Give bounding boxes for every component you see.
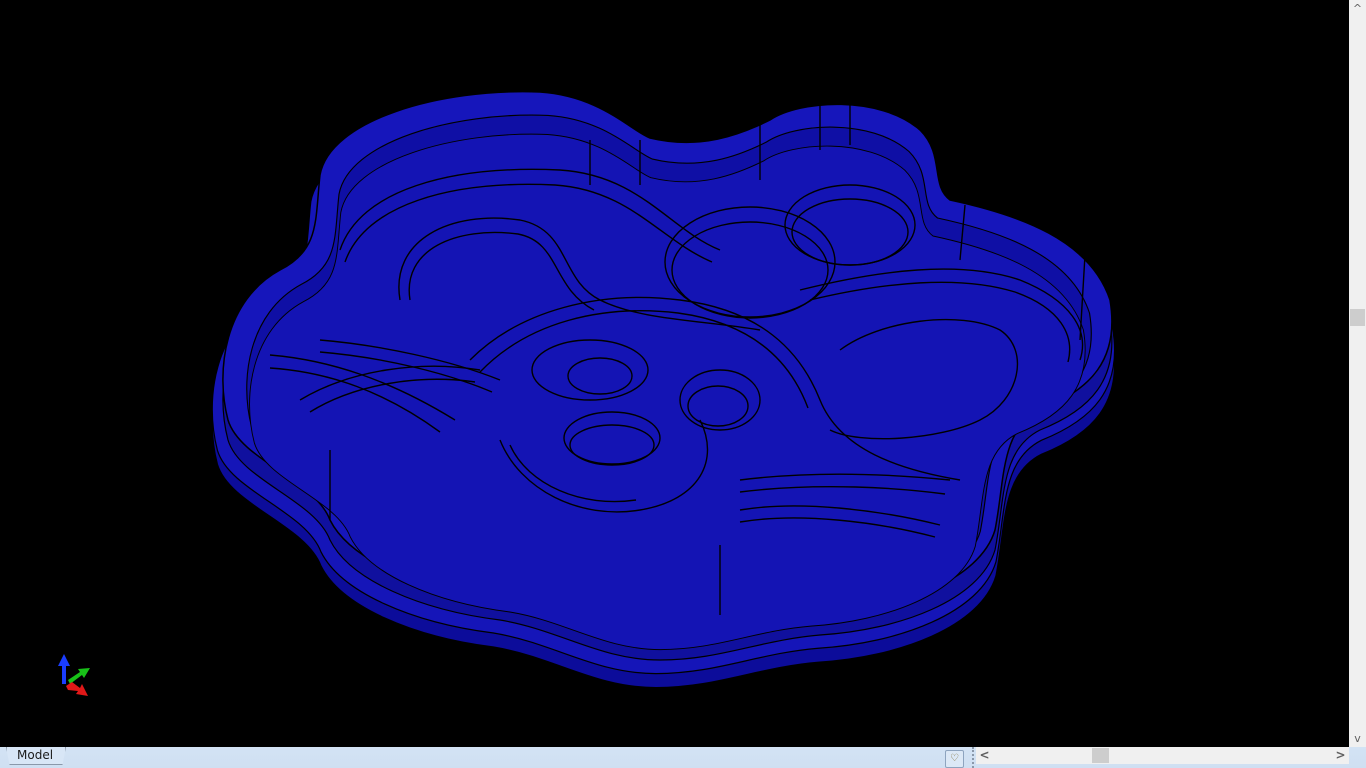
vertical-scrollbar[interactable]: ^ v (1349, 0, 1366, 747)
chevron-down-icon[interactable]: v (1349, 730, 1366, 747)
horizontal-scroll-thumb[interactable] (1092, 748, 1109, 763)
layout-tab-bar: Model ♡ < > (0, 747, 1366, 768)
chevron-right-icon[interactable]: > (1332, 747, 1349, 764)
vertical-scroll-thumb[interactable] (1350, 309, 1365, 326)
horizontal-scrollbar[interactable]: < > (976, 747, 1349, 764)
ucs-axis-icon (58, 654, 90, 696)
chevron-up-icon[interactable]: ^ (1349, 0, 1366, 17)
chevron-left-icon[interactable]: < (976, 747, 993, 764)
3d-model-cookie-cutter (211, 90, 1116, 689)
tab-model[interactable]: Model (6, 747, 67, 765)
model-viewport[interactable] (0, 0, 1349, 747)
heart-icon[interactable]: ♡ (945, 750, 964, 768)
